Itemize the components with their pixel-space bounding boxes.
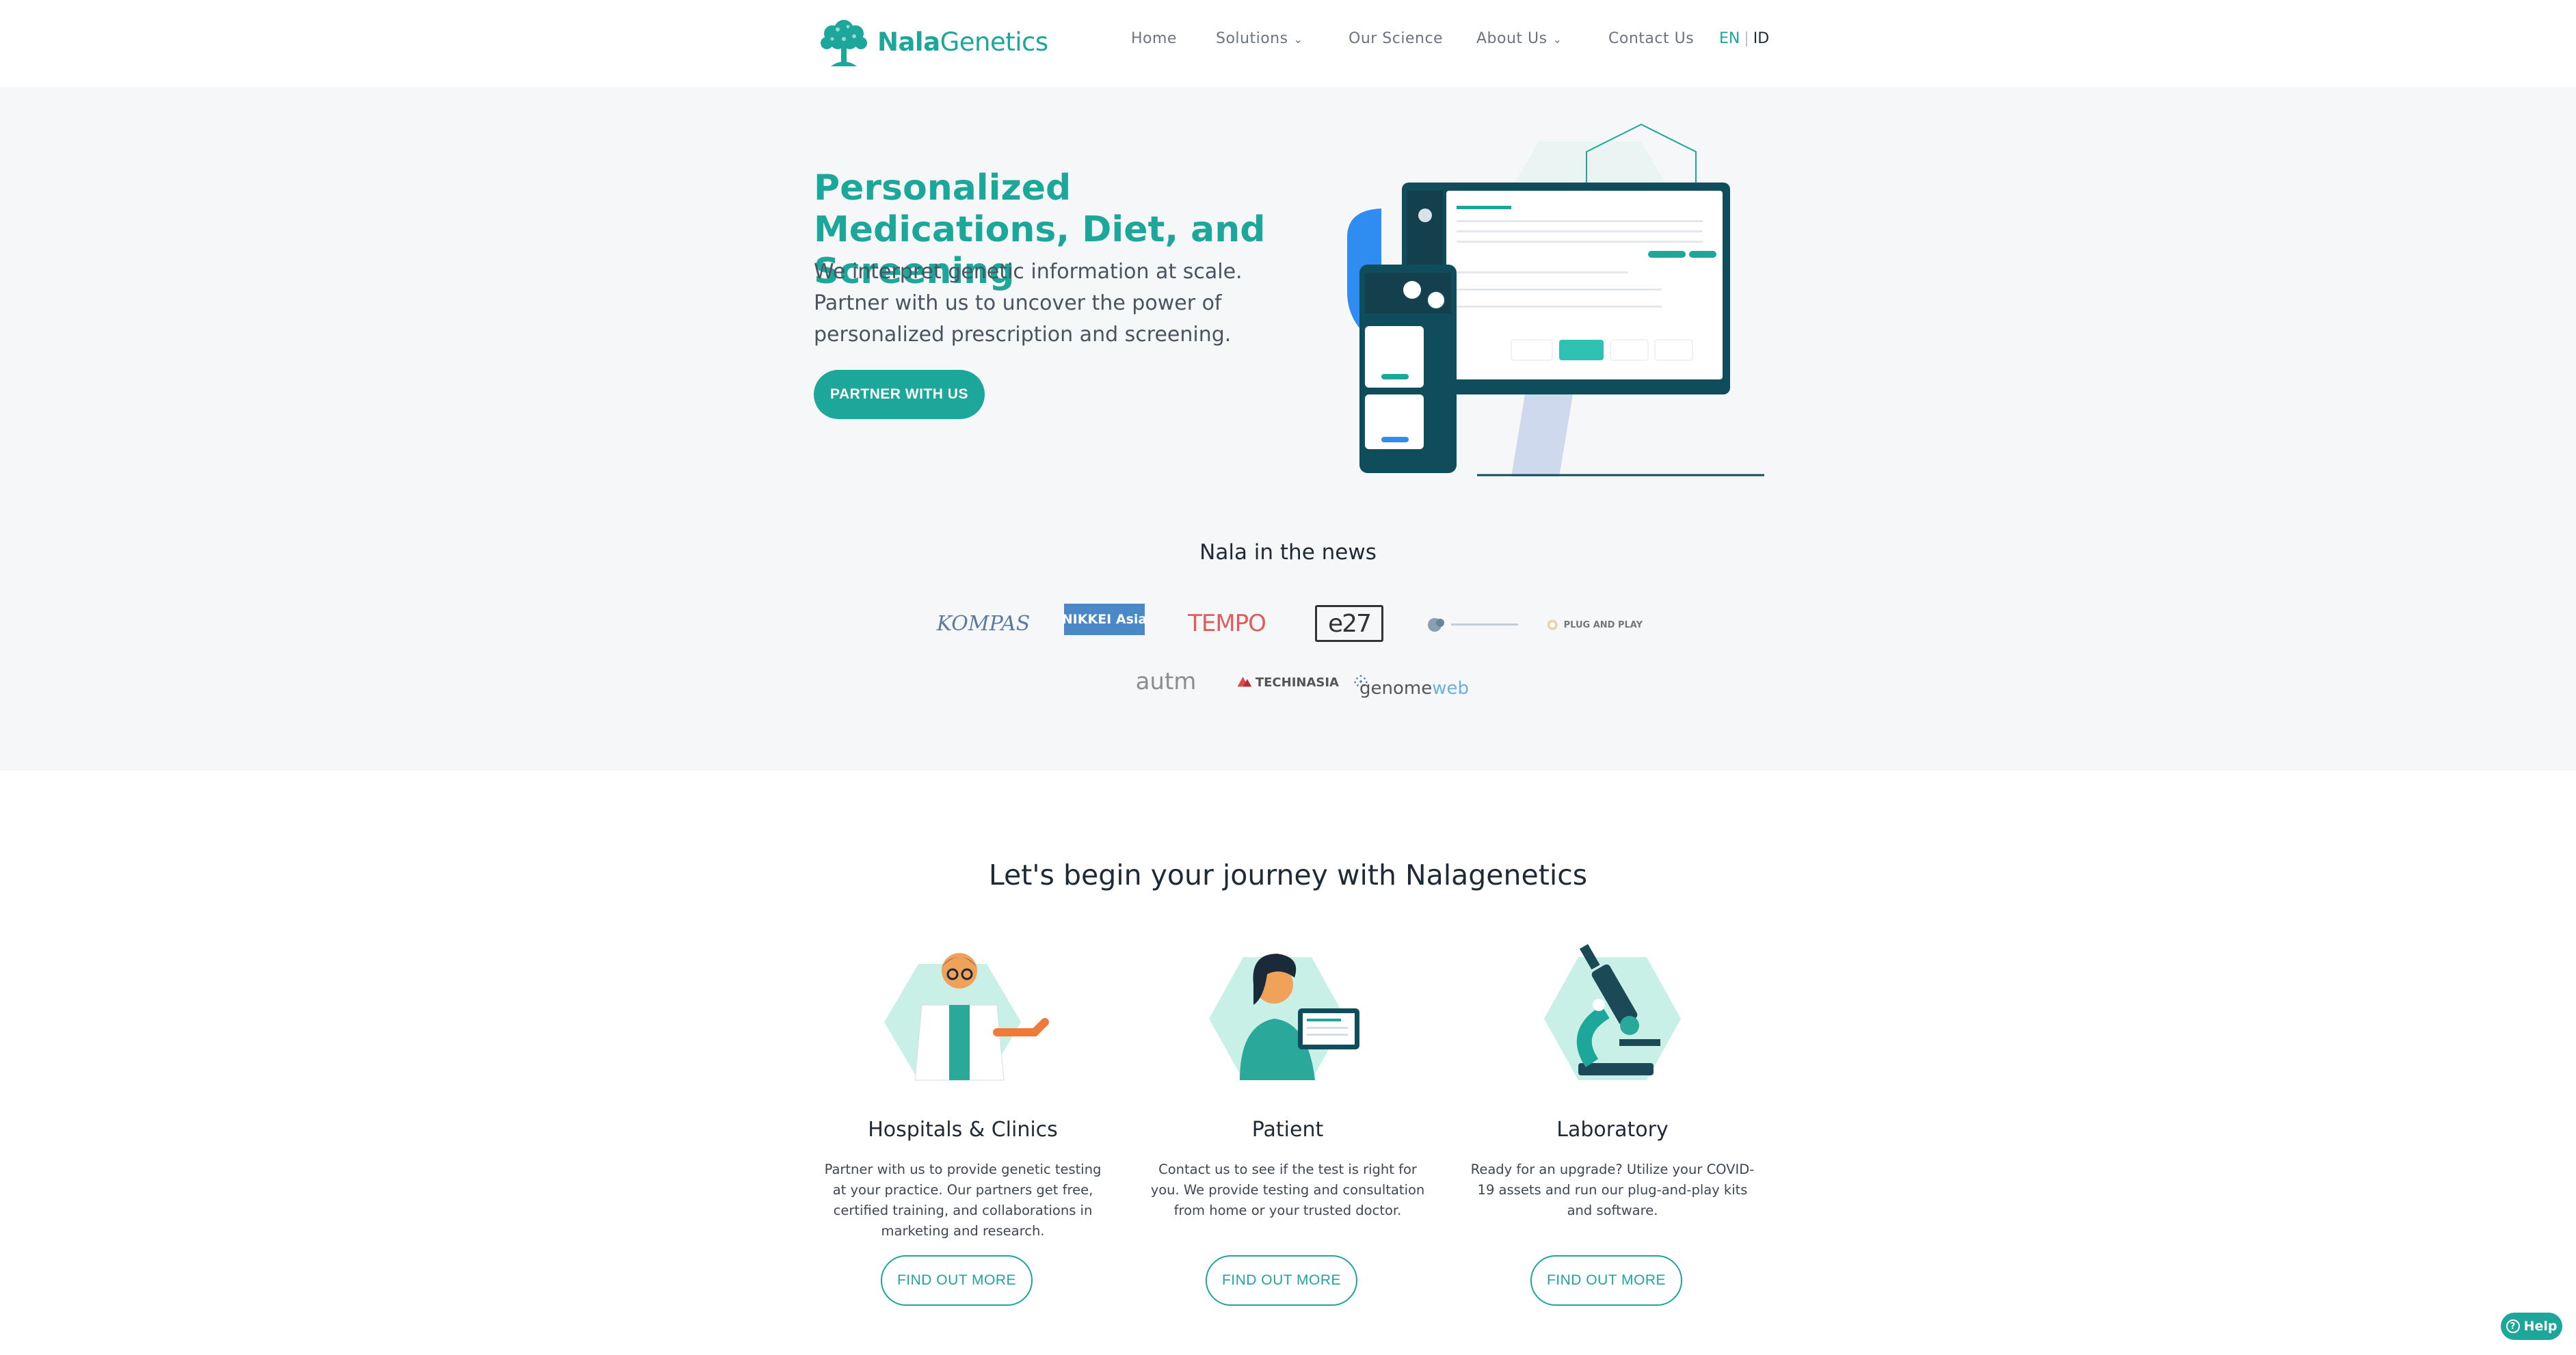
genomeweb-logo-text: genomeweb [1359,678,1469,699]
nav-our-science[interactable]: Our Science [1349,30,1443,47]
nav-contact-us[interactable]: Contact Us [1608,30,1694,47]
nikkei-asia-logo[interactable]: NIKKEI Asia [1061,604,1147,635]
nav-home[interactable]: Home [1131,30,1177,47]
journey-section-title: Let's begin your journey with Nalageneti… [988,859,1588,891]
nav-contact-us-label: Contact Us [1608,30,1695,47]
genomeweb-logo[interactable]: genomeweb [1353,660,1469,703]
nav-home-label: Home [1131,30,1177,47]
kompas-logo-text: KOMPAS [936,611,1031,636]
news-section-title: Nala in the news [1199,540,1377,565]
tempo-logo-text: TEMPO [1188,610,1266,637]
publication-emblem-icon [1428,618,1518,632]
doctor-illustration [884,953,1049,1081]
nalagenetics-logo[interactable]: NalaGenetics [817,14,1048,70]
nikkei-asia-logo-text: NIKKEI Asia [1061,612,1147,627]
plug-and-play-emblem-icon [1547,619,1558,630]
question-mark-icon: ? [2506,1319,2520,1333]
plug-and-play-logo-text: PLUG AND PLAY [1563,619,1643,630]
plug-and-play-logo[interactable]: PLUG AND PLAY [1547,606,1643,643]
nav-solutions-label: Solutions [1216,30,1288,47]
techinasia-logo-text: TECHINASIA [1255,675,1339,690]
partner-with-us-button[interactable]: PARTNER WITH US [814,370,985,419]
nav-our-science-label: Our Science [1349,30,1444,47]
publication-logo[interactable] [1425,612,1521,638]
find-out-more-button[interactable]: FIND OUT MORE [1530,1255,1682,1306]
autm-logo[interactable]: autm [1135,661,1197,702]
e27-logo-text: e27 [1328,609,1372,638]
card-description: Ready for an upgrade? Utilize your COVID… [1470,1162,1755,1218]
dashboard-illustration [1347,123,1764,477]
lang-separator: | [1744,30,1749,47]
site-header: NalaGenetics Home Solutions ⌄ Our Science… [0,0,2576,87]
microscope-illustration [1544,943,1681,1080]
help-widget-button[interactable]: ? Help [2501,1313,2562,1340]
help-label: Help [2523,1319,2558,1334]
hero-section: Personalized Medications, Diet, and Scre… [0,87,2576,770]
card-description: Contact us to see if the test is right f… [1150,1162,1425,1218]
language-switcher: EN | ID [1719,30,1769,47]
card-description: Partner with us to provide genetic testi… [824,1162,1102,1239]
lang-id[interactable]: ID [1753,30,1769,47]
card-title: Laboratory [1556,1118,1669,1142]
find-out-more-button[interactable]: FIND OUT MORE [1206,1255,1357,1306]
hero-subtitle: We interpret genetic information at scal… [814,260,1243,347]
nav-about-us[interactable]: About Us ⌄ [1476,30,1563,47]
card-title: Hospitals & Clinics [868,1118,1058,1142]
autm-logo-text: autm [1135,668,1197,695]
patient-illustration [1209,954,1359,1080]
techinasia-emblem-icon [1237,677,1252,687]
nav-solutions[interactable]: Solutions ⌄ [1216,30,1303,47]
e27-logo[interactable]: e27 [1315,605,1383,642]
kompas-logo[interactable]: KOMPAS [935,605,1031,642]
lang-en[interactable]: EN [1719,30,1740,47]
techinasia-logo[interactable]: TECHINASIA [1236,665,1339,699]
chevron-down-icon: ⌄ [1293,33,1303,46]
nav-about-us-label: About Us [1476,30,1548,47]
card-title: Patient [1251,1118,1324,1142]
chevron-down-icon: ⌄ [1552,33,1563,46]
find-out-more-button[interactable]: FIND OUT MORE [881,1255,1033,1306]
logo-wordmark: NalaGenetics [877,27,1048,57]
tempo-logo[interactable]: TEMPO [1186,605,1268,642]
tree-logo-icon [821,20,867,66]
